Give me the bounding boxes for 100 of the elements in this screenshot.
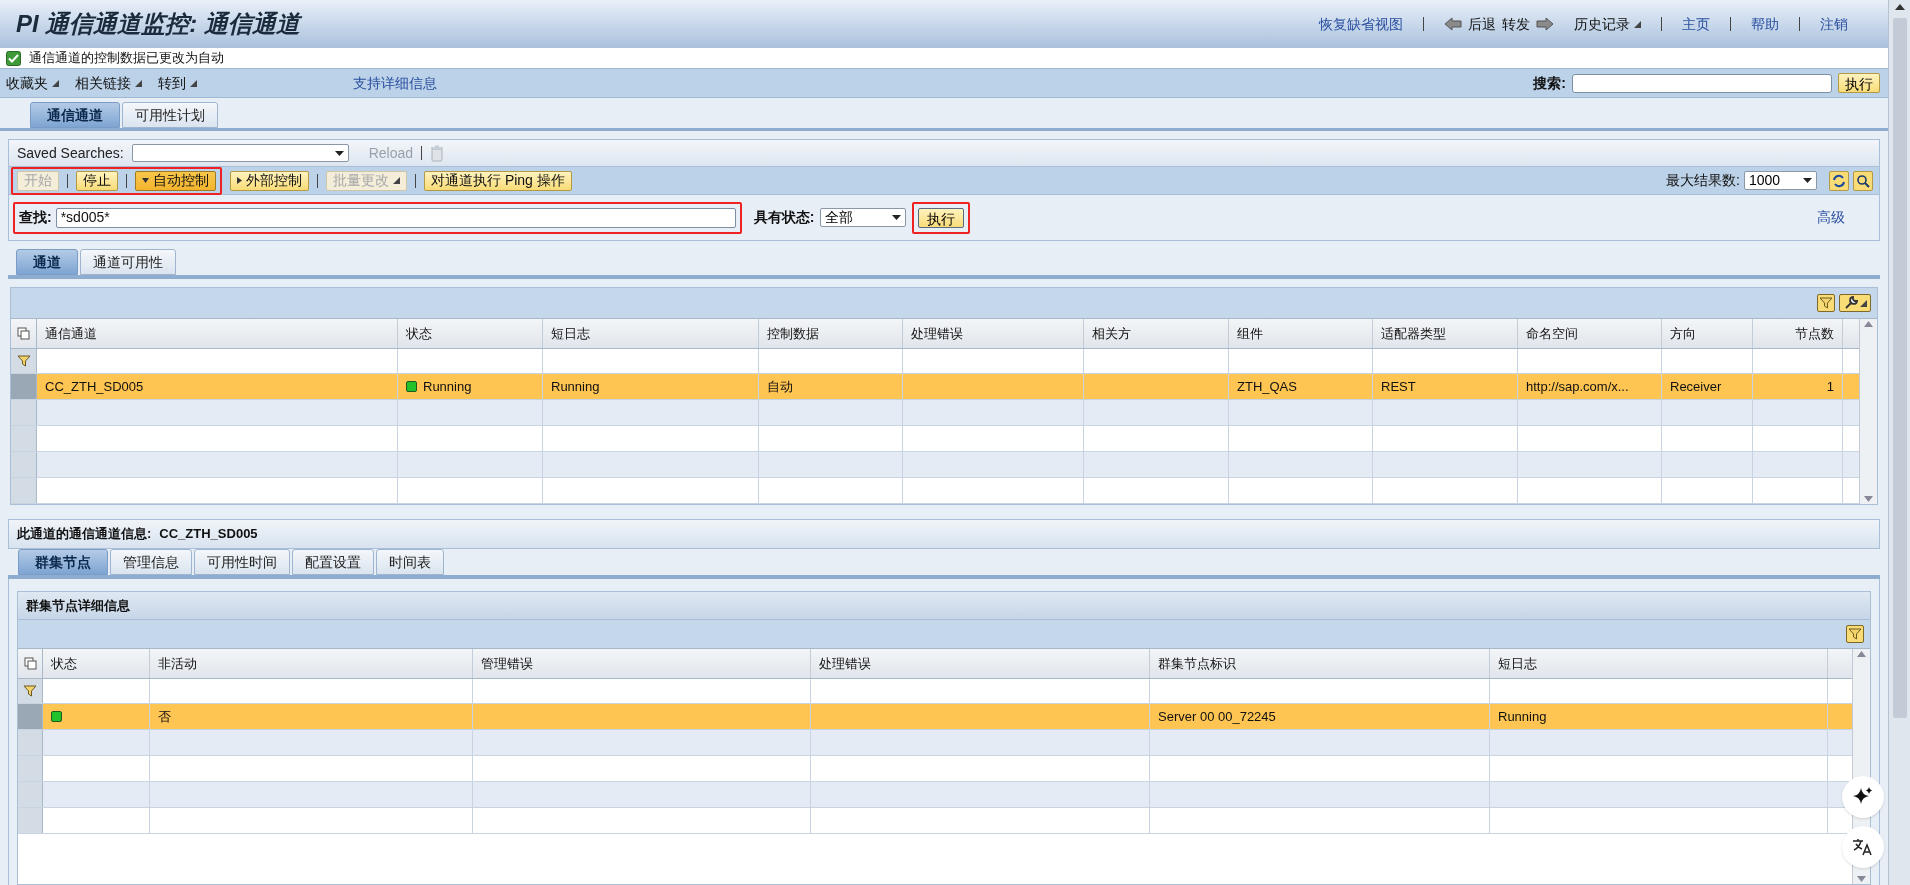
column-header[interactable]: 非活动 xyxy=(158,653,197,674)
menu-item[interactable]: 相关链接 xyxy=(75,72,131,94)
column-header[interactable]: 节点数 xyxy=(1795,323,1834,344)
row-selector[interactable] xyxy=(11,374,37,399)
translate-icon xyxy=(1852,837,1874,857)
search-label: 搜索: xyxy=(1533,73,1566,93)
row-selector[interactable] xyxy=(18,704,43,729)
table-cell-text: Running xyxy=(423,377,472,396)
translate-button[interactable] xyxy=(1842,826,1884,868)
tab[interactable]: 可用性时间 xyxy=(194,549,290,575)
column-header[interactable]: 通信通道 xyxy=(45,323,97,344)
details-label: 此通道的通信通道信息: xyxy=(17,525,152,544)
column-header[interactable]: 相关方 xyxy=(1092,323,1131,344)
caret-icon xyxy=(1634,20,1641,28)
table-row[interactable]: 否 Server 00 00_72245 Running xyxy=(18,704,1852,730)
help-link[interactable]: 帮助 xyxy=(1751,13,1779,35)
history-menu[interactable]: 历史记录 xyxy=(1574,13,1630,35)
tab[interactable]: 配置设置 xyxy=(292,549,374,575)
refresh-icon xyxy=(1832,173,1846,188)
table-cell-text: CC_ZTH_SD005 xyxy=(45,377,144,396)
tab[interactable]: 通道可用性 xyxy=(80,249,176,275)
table-cell-text: Receiver xyxy=(1670,377,1722,396)
dropdown-arrow-icon xyxy=(892,215,902,220)
column-header[interactable]: 群集节点标识 xyxy=(1158,653,1236,674)
column-header[interactable]: 控制数据 xyxy=(767,323,819,344)
tab[interactable]: 群集节点 xyxy=(18,549,108,575)
table-cell-text: REST xyxy=(1381,377,1416,396)
row-selector[interactable] xyxy=(11,452,37,477)
back-arrow-icon[interactable] xyxy=(1444,17,1462,31)
scroll-down-icon[interactable] xyxy=(1857,876,1866,882)
search-field[interactable] xyxy=(1572,73,1832,93)
max-results-dropdown[interactable]: 1000 xyxy=(1744,171,1817,190)
trash-icon[interactable] xyxy=(430,144,444,162)
column-header[interactable]: 短日志 xyxy=(551,323,590,344)
menu-item[interactable]: 收藏夹 xyxy=(6,72,48,94)
search-button[interactable] xyxy=(1853,170,1873,191)
row-selector[interactable] xyxy=(18,756,43,781)
row-selector[interactable] xyxy=(18,808,43,833)
column-header[interactable]: 处理错误 xyxy=(819,653,871,674)
tab[interactable]: 通信通道 xyxy=(30,102,120,128)
column-header[interactable]: 方向 xyxy=(1670,323,1696,344)
row-selector[interactable] xyxy=(11,400,37,425)
restore-view-link[interactable]: 恢复缺省视图 xyxy=(1319,13,1403,35)
tab[interactable]: 时间表 xyxy=(376,549,444,575)
status-filter-dropdown[interactable]: 全部 xyxy=(820,208,907,227)
toolbar-button[interactable]: 外部控制 xyxy=(230,170,309,191)
column-header[interactable]: 命名空间 xyxy=(1526,323,1578,344)
forward-link[interactable]: 转发 xyxy=(1502,13,1530,35)
sparkle-button[interactable] xyxy=(1842,776,1884,818)
scrollbar[interactable] xyxy=(1859,319,1877,504)
forward-arrow-icon[interactable] xyxy=(1536,17,1554,31)
column-header[interactable]: 适配器类型 xyxy=(1381,323,1446,344)
caret-icon xyxy=(135,79,142,87)
scroll-up-icon[interactable] xyxy=(1894,4,1905,10)
search-icon xyxy=(1856,173,1870,188)
table-row[interactable]: CC_ZTH_SD005 Running Running 自动 ZTH_QAS REST http://sap.com/x... Receiver 1 xyxy=(11,374,1859,400)
column-header[interactable]: 组件 xyxy=(1237,323,1263,344)
caret-icon xyxy=(190,79,197,87)
scroll-down-icon[interactable] xyxy=(1864,496,1873,502)
logout-link[interactable]: 注销 xyxy=(1820,13,1848,35)
saved-searches-dropdown[interactable] xyxy=(131,144,349,162)
saved-searches-label: Saved Searches: xyxy=(17,143,124,163)
table-cell-text: Running xyxy=(551,377,600,396)
settings-button[interactable] xyxy=(1839,294,1871,312)
filter-icon[interactable] xyxy=(23,684,37,698)
back-link[interactable]: 后退 xyxy=(1468,13,1496,35)
home-link[interactable]: 主页 xyxy=(1682,13,1710,35)
toolbar-button[interactable]: 对通道执行 Ping 操作 xyxy=(424,170,572,191)
tab[interactable]: 通道 xyxy=(16,249,78,275)
row-selector[interactable] xyxy=(11,478,37,503)
refresh-button[interactable] xyxy=(1829,170,1849,191)
tab[interactable]: 可用性计划 xyxy=(122,102,218,128)
max-results-label: 最大结果数: xyxy=(1666,171,1740,190)
page-scrollbar[interactable] xyxy=(1888,0,1910,885)
row-selector[interactable] xyxy=(18,730,43,755)
execute-button[interactable]: 执行 xyxy=(918,207,965,228)
column-header[interactable]: 管理错误 xyxy=(481,653,533,674)
status-message: 通信通道的控制数据已更改为自动 xyxy=(29,49,224,68)
table-cell-text: 自动 xyxy=(767,377,793,396)
filter-icon[interactable] xyxy=(16,354,31,368)
select-all-icon[interactable] xyxy=(17,327,30,340)
find-field[interactable]: *sd005* xyxy=(55,207,736,228)
row-selector[interactable] xyxy=(18,782,43,807)
select-all-icon[interactable] xyxy=(23,657,37,670)
column-header[interactable]: 处理错误 xyxy=(911,323,963,344)
column-header[interactable]: 状态 xyxy=(51,653,77,674)
tab[interactable]: 管理信息 xyxy=(110,549,192,575)
menu-item[interactable]: 转到 xyxy=(158,72,186,94)
status-filter-label: 具有状态: xyxy=(753,208,815,227)
row-selector[interactable] xyxy=(11,426,37,451)
channel-name: CC_ZTH_SD005 xyxy=(159,525,258,544)
dropdown-arrow-icon xyxy=(1803,178,1812,183)
caret-icon xyxy=(52,79,59,87)
advanced-link[interactable]: 高级 xyxy=(1817,207,1845,228)
caret-icon xyxy=(237,177,242,184)
find-label: 查找: xyxy=(19,208,52,227)
search-button[interactable]: 执行 xyxy=(1838,73,1880,93)
support-link[interactable]: 支持详细信息 xyxy=(353,72,437,94)
column-header[interactable]: 短日志 xyxy=(1498,653,1537,674)
column-header[interactable]: 状态 xyxy=(406,323,432,344)
